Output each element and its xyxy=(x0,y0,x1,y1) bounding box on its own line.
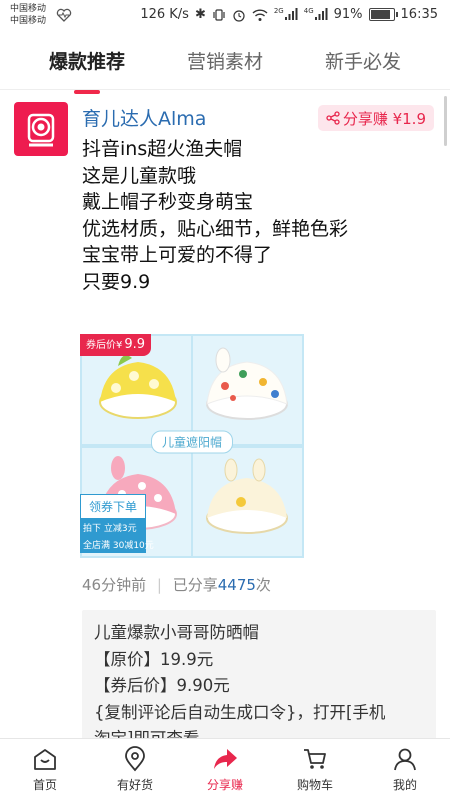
price-tag-value: 9.9 xyxy=(124,337,146,352)
post-line: 宝宝带上可爱的不得了 xyxy=(82,244,273,266)
carrier-info: 中国移动 中国移动 xyxy=(10,3,46,27)
bluetooth-icon: ✱ xyxy=(194,7,206,22)
signal-icon-2 xyxy=(314,8,328,20)
product-image[interactable]: 券后价¥ 9.9 儿童遮阳帽 领券下单 拍下 立减3元 全店满 30减10元 xyxy=(80,334,304,558)
heartbeat-icon xyxy=(56,8,72,22)
home-icon xyxy=(34,749,56,770)
coupon-title: 领券下单 xyxy=(80,494,146,519)
product-category-label: 儿童遮阳帽 xyxy=(150,430,234,454)
nav-label: 购物车 xyxy=(296,778,333,792)
hat-illustration xyxy=(206,347,288,420)
shared-prefix: 已分享 xyxy=(172,576,218,594)
alarm-icon xyxy=(233,9,245,22)
price-tag: 券后价¥ 9.9 xyxy=(80,334,152,356)
product-photo-cream-hat xyxy=(193,448,302,556)
wifi-icon xyxy=(252,8,268,21)
avatar[interactable] xyxy=(14,102,68,156)
cart-icon xyxy=(304,749,326,769)
coupon-promo: 领券下单 拍下 立减3元 全店满 30减10元 xyxy=(80,494,154,553)
vibrate-icon xyxy=(213,8,225,21)
post-line: 优选材质，贴心细节，鲜艳色彩 xyxy=(82,217,349,240)
status-icons: 126 K/s ✱ 2G 4G 91% 16:35 xyxy=(140,7,438,22)
share-arrow-icon xyxy=(214,749,237,769)
network-speed: 126 K/s xyxy=(140,7,189,22)
nav-label: 有好货 xyxy=(116,778,153,792)
share-icon xyxy=(326,111,340,125)
comment-line: 【原价】19.9元 xyxy=(94,649,214,669)
signal-tag-2: 4G xyxy=(303,7,314,15)
comment-line: 【券后价】9.90元 xyxy=(94,676,230,695)
tab-label: 爆款推荐 xyxy=(48,51,125,73)
nav-label: 首页 xyxy=(32,778,57,792)
shared-suffix: 次 xyxy=(255,576,271,594)
post-time: 46分钟前 xyxy=(82,576,147,594)
author-name[interactable]: 育儿达人Alma xyxy=(82,104,206,131)
copy-comment-box[interactable]: 儿童爆款小哥哥防晒帽 【原价】19.9元 【券后价】9.90元 {复制评论后自动… xyxy=(82,610,436,738)
carrier-2: 中国移动 xyxy=(10,16,47,26)
post-line: 这是儿童款哦 xyxy=(82,164,197,187)
product-photo-animal-hat xyxy=(193,336,302,444)
nav-label: 分享赚 xyxy=(206,778,243,792)
nav-home[interactable]: 首页 xyxy=(0,739,90,800)
nav-label: 我的 xyxy=(392,778,417,792)
price-tag-prefix: 券后价¥ xyxy=(86,340,123,351)
share-earn-button[interactable]: 分享赚 ¥1.9 xyxy=(317,105,434,131)
nav-cart[interactable]: 购物车 xyxy=(270,739,360,800)
post-text: 抖音ins超火渔夫帽 这是儿童款哦 戴上帽子秒变身萌宝 优选材质，贴心细节，鲜艳… xyxy=(82,136,348,295)
tab-hot-recommend[interactable]: 爆款推荐 xyxy=(41,41,133,94)
location-pin-icon xyxy=(125,746,145,772)
signal-tag-1: 2G xyxy=(273,7,284,15)
status-bar: 中国移动 中国移动 126 K/s ✱ 2G 4G 91% 16:35 xyxy=(0,0,450,32)
profile-icon xyxy=(394,748,416,771)
tab-marketing-material[interactable]: 营销素材 xyxy=(179,41,271,80)
bottom-nav: 首页 有好货 分享赚 购物车 我的 xyxy=(0,738,450,800)
post-line: 戴上帽子秒变身萌宝 xyxy=(82,191,254,213)
tab-label: 新手必发 xyxy=(324,51,401,73)
coupon-line: 全店满 30减10元 xyxy=(83,541,154,551)
signal-icon xyxy=(284,8,298,20)
battery-icon xyxy=(368,8,398,21)
camera-logo-icon xyxy=(27,113,55,147)
tab-newbie-must-share[interactable]: 新手必发 xyxy=(317,41,409,80)
feed-post: 育儿达人Alma 分享赚 ¥1.9 抖音ins超火渔夫帽 这是儿童款哦 戴上帽子… xyxy=(0,90,450,738)
scrollbar-thumb[interactable] xyxy=(444,96,447,146)
nav-share-earn[interactable]: 分享赚 xyxy=(180,739,270,800)
comment-line: 儿童爆款小哥哥防晒帽 xyxy=(94,623,259,642)
battery-level xyxy=(370,10,391,19)
nav-good-goods[interactable]: 有好货 xyxy=(90,739,180,800)
clock: 16:35 xyxy=(400,7,438,22)
shared-count: 4475 xyxy=(217,576,256,594)
nav-profile[interactable]: 我的 xyxy=(360,739,450,800)
share-earn-label: 分享赚 ¥1.9 xyxy=(342,109,426,128)
meta-divider: | xyxy=(156,576,162,594)
coupon-line: 拍下 立减3元 xyxy=(83,524,137,534)
hat-illustration xyxy=(206,458,288,534)
carrier-1: 中国移动 xyxy=(10,4,47,14)
post-line: 只要9.9 xyxy=(82,270,151,293)
post-meta: 46分钟前 | 已分享4475次 xyxy=(82,574,271,595)
comment-line: {复制评论后自动生成口令}，打开[手机 xyxy=(94,702,386,722)
battery-percent: 91% xyxy=(333,7,363,22)
comment-line: 淘宝]即可查看 xyxy=(94,726,424,738)
top-tab-bar: 爆款推荐 营销素材 新手必发 xyxy=(0,32,450,94)
tab-label: 营销素材 xyxy=(186,51,263,73)
post-line: 抖音ins超火渔夫帽 xyxy=(82,138,243,160)
